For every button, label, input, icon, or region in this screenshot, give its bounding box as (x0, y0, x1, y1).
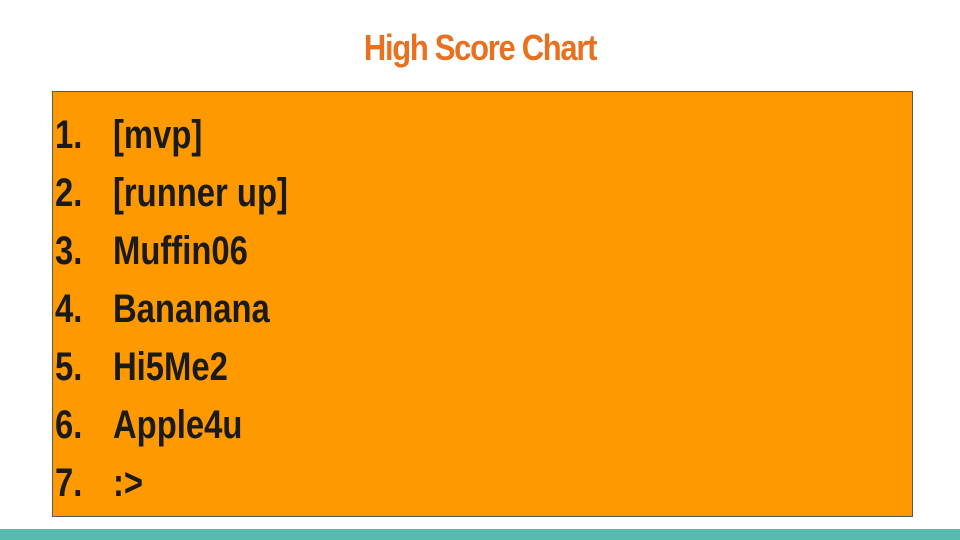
footer-accent-bar (0, 529, 960, 540)
rank-number: 7. (55, 460, 83, 505)
high-score-box: 1. [mvp] 2. [runner up] 3. Muffin06 4. B… (52, 91, 913, 517)
high-score-list: 1. [mvp] 2. [runner up] 3. Muffin06 4. B… (55, 106, 326, 512)
player-name: Muffin06 (113, 228, 248, 273)
list-item: 1. [mvp] (55, 106, 326, 164)
rank-number: 4. (55, 286, 83, 331)
player-name: Apple4u (113, 402, 243, 447)
rank-number: 2. (55, 170, 83, 215)
player-name: Bananana (113, 286, 270, 331)
list-item: 6. Apple4u (55, 396, 326, 454)
rank-number: 6. (55, 402, 83, 447)
player-name: [runner up] (113, 170, 288, 215)
rank-number: 5. (55, 344, 83, 389)
player-name: :> (113, 460, 144, 505)
list-item: 5. Hi5Me2 (55, 338, 326, 396)
list-item: 2. [runner up] (55, 164, 326, 222)
rank-number: 1. (55, 112, 83, 157)
list-item: 4. Bananana (55, 280, 326, 338)
player-name: Hi5Me2 (113, 344, 228, 389)
list-item: 3. Muffin06 (55, 222, 326, 280)
rank-number: 3. (55, 228, 83, 273)
player-name: [mvp] (113, 112, 203, 157)
page-title: High Score Chart (363, 27, 598, 68)
list-item: 7. :> (55, 454, 326, 512)
